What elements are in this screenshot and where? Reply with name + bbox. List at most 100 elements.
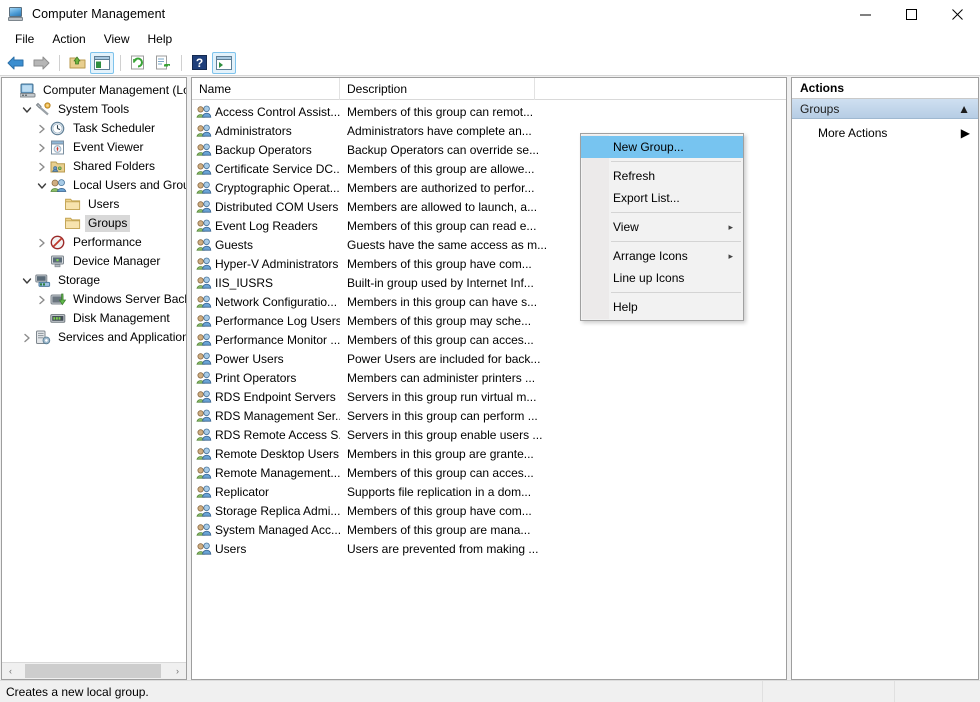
help-button[interactable]: ? [187,52,211,74]
back-button[interactable] [4,52,28,74]
group-icon [196,446,212,461]
show-hide-tree-button[interactable] [90,52,114,74]
tree-item-storage[interactable]: Storage [2,271,186,290]
tree-item-windows-server-backup[interactable]: Windows Server Backup [2,290,186,309]
table-row[interactable]: Remote Desktop UsersMembers in this grou… [192,444,786,463]
toolbar-separator [120,55,121,71]
cell-name: Event Log Readers [192,218,340,233]
context-menu-item-line-up-icons[interactable]: Line up Icons [581,267,743,289]
group-name-label: Users [215,542,246,556]
tree-item-disk-management[interactable]: Disk Management [2,309,186,328]
cell-name: System Managed Acc... [192,522,340,537]
chevron-right-icon[interactable] [34,119,50,138]
chevron-right-icon[interactable] [34,157,50,176]
cell-name: Storage Replica Admi... [192,503,340,518]
context-menu-item-new-group[interactable]: New Group... [581,136,743,158]
tree-item-device-manager[interactable]: Device Manager [2,252,186,271]
table-row[interactable]: System Managed Acc...Members of this gro… [192,520,786,539]
tree-item-computer-management-local[interactable]: Computer Management (Local [2,81,186,100]
chevron-down-icon[interactable] [19,100,35,119]
toolbar-separator [181,55,182,71]
tree-item-label: Groups [85,215,130,232]
export-list-button[interactable] [151,52,175,74]
group-name-label: Administrators [215,124,292,138]
tree-item-shared-folders[interactable]: Shared Folders [2,157,186,176]
scroll-track[interactable] [19,663,169,679]
cell-name: Print Operators [192,370,340,385]
tree-item-task-scheduler[interactable]: Task Scheduler [2,119,186,138]
tree-item-local-users-and-groups[interactable]: Local Users and Groups [2,176,186,195]
context-menu-item-refresh[interactable]: Refresh [581,165,743,187]
context-menu[interactable]: New Group... RefreshExport List... View▸ Ar… [580,133,744,321]
column-header-name[interactable]: Name [192,78,340,100]
group-name-label: IIS_IUSRS [215,276,273,290]
tree-item-event-viewer[interactable]: Event Viewer [2,138,186,157]
chevron-right-icon[interactable] [19,328,35,347]
menu-bar: File Action View Help [0,28,980,50]
cell-name: RDS Endpoint Servers [192,389,340,404]
table-row[interactable]: Access Control Assist...Members of this … [192,102,786,121]
menu-file[interactable]: File [6,29,43,49]
menu-help[interactable]: Help [139,29,182,49]
context-menu-item-arrange-icons[interactable]: Arrange Icons▸ [581,245,743,267]
close-button[interactable] [934,0,980,28]
table-row[interactable]: UsersUsers are prevented from making ... [192,539,786,558]
tree-horizontal-scrollbar[interactable]: ‹ › [2,662,186,679]
cell-name: RDS Management Ser... [192,408,340,423]
table-row[interactable]: Storage Replica Admi...Members of this g… [192,501,786,520]
maximize-button[interactable] [888,0,934,28]
menu-action[interactable]: Action [43,29,94,49]
action-more-actions[interactable]: More Actions ▶ [792,123,978,142]
context-menu-item-label: View [613,220,639,234]
scroll-right-icon[interactable]: › [169,663,186,679]
chevron-right-icon[interactable] [34,233,50,252]
table-row[interactable]: Power UsersPower Users are included for … [192,349,786,368]
console-tree[interactable]: Computer Management (LocalSystem ToolsTa… [2,78,186,662]
shared-folders-icon [50,159,67,175]
table-row[interactable]: Performance Monitor ...Members of this g… [192,330,786,349]
svg-text:?: ? [195,56,202,70]
actions-group-header[interactable]: Groups ▲ [792,99,978,119]
context-menu-item-export-list[interactable]: Export List... [581,187,743,209]
chevron-right-icon[interactable] [34,290,50,309]
table-row[interactable]: RDS Endpoint ServersServers in this grou… [192,387,786,406]
status-segment-mid [763,681,895,702]
cell-name: Administrators [192,123,340,138]
show-action-pane-button[interactable] [212,52,236,74]
column-header-filler [535,78,786,100]
group-icon [196,408,212,423]
chevron-down-icon[interactable] [19,271,35,290]
table-row[interactable]: Print OperatorsMembers can administer pr… [192,368,786,387]
tree-item-performance[interactable]: Performance [2,233,186,252]
group-name-label: Power Users [215,352,284,366]
cell-description: Servers in this group can perform ... [340,409,786,423]
table-row[interactable]: RDS Remote Access S...Servers in this gr… [192,425,786,444]
minimize-button[interactable] [842,0,888,28]
column-header-description[interactable]: Description [340,78,535,100]
chevron-right-icon[interactable] [34,138,50,157]
tree-item-services-and-applications[interactable]: Services and Applications [2,328,186,347]
tree-item-system-tools[interactable]: System Tools [2,100,186,119]
context-menu-item-label: New Group... [613,140,684,154]
group-icon [196,142,212,157]
tree-item-groups[interactable]: Groups [2,214,186,233]
tree-item-users[interactable]: Users [2,195,186,214]
chevron-down-icon[interactable] [34,176,50,195]
cell-description: Servers in this group run virtual m... [340,390,786,404]
menu-view[interactable]: View [95,29,139,49]
tree-item-label: Task Scheduler [70,120,158,137]
chevron-up-icon[interactable]: ▲ [958,102,970,116]
group-name-label: Remote Desktop Users [215,447,339,461]
refresh-button[interactable] [126,52,150,74]
up-one-level-button[interactable] [65,52,89,74]
context-menu-separator [611,292,741,293]
context-menu-item-view[interactable]: View▸ [581,216,743,238]
table-row[interactable]: Remote Management...Members of this grou… [192,463,786,482]
forward-button[interactable] [29,52,53,74]
group-name-label: Performance Monitor ... [215,333,340,347]
context-menu-item-help[interactable]: Help [581,296,743,318]
scroll-thumb[interactable] [25,664,161,678]
table-row[interactable]: ReplicatorSupports file replication in a… [192,482,786,501]
scroll-left-icon[interactable]: ‹ [2,663,19,679]
table-row[interactable]: RDS Management Ser...Servers in this gro… [192,406,786,425]
